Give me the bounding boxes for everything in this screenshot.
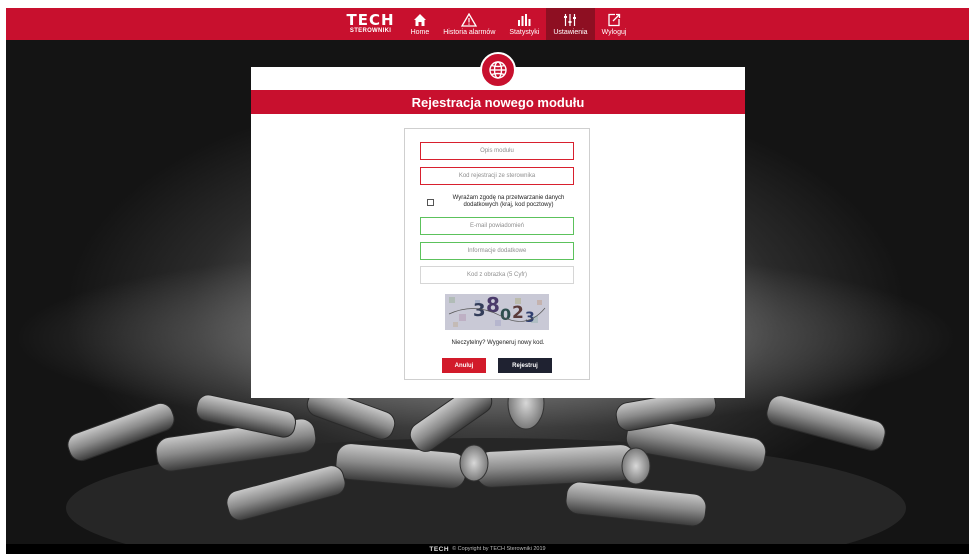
logo-subtitle: STEROWNIKI [349, 28, 392, 34]
footer-logo: TECH [429, 545, 450, 553]
consent-checkbox[interactable] [427, 199, 434, 206]
logout-icon [605, 12, 623, 28]
captcha-code-input[interactable]: Kod z obrazka (5 Cyfr) [420, 266, 574, 284]
field-placeholder: E-mail powiadomień [469, 223, 525, 229]
captcha-text: 3 [473, 300, 486, 321]
captcha-image: 3 8 0 2 3 [445, 294, 549, 330]
nav-item-home[interactable]: Home [404, 8, 437, 40]
top-navigation-bar: TECH STEROWNIKI Home Historia alarmów St… [6, 8, 969, 40]
logo-brand: TECH [346, 11, 395, 29]
app-window: TECH STEROWNIKI Home Historia alarmów St… [6, 8, 969, 554]
additional-info-input[interactable]: Informacje dodatkowe [420, 242, 574, 260]
notification-email-input[interactable]: E-mail powiadomień [420, 217, 574, 235]
svg-text:2: 2 [512, 303, 524, 323]
modal-title: Rejestracja nowego modułu [251, 90, 745, 114]
field-placeholder: Opis modułu [480, 148, 514, 154]
bar-chart-icon [515, 12, 533, 28]
registration-panel: Rejestracja nowego modułu Opis modułu Ko… [251, 52, 745, 398]
warning-icon [460, 12, 478, 28]
cancel-button[interactable]: Anuluj [442, 358, 486, 373]
field-placeholder: Kod rejestracji ze sterownika [458, 173, 536, 179]
nav-item-label: Home [410, 29, 430, 36]
consent-label: Wyrażam zgodę na przetwarzanie danych do… [452, 195, 565, 208]
consent-row: Wyrażam zgodę na przetwarzanie danych do… [427, 195, 577, 209]
nav-item-alarm-history[interactable]: Historia alarmów [436, 8, 502, 40]
regenerate-captcha-link[interactable]: Nieczytelny? Wygeneruj nowy kod. [405, 340, 591, 346]
nav-item-label: Historia alarmów [443, 29, 496, 36]
svg-text:0: 0 [500, 305, 511, 324]
registration-code-input[interactable]: Kod rejestracji ze sterownika [420, 167, 574, 185]
home-icon [411, 12, 429, 28]
footer-copyright: © Copyright by TECH Sterowniki 2019 [452, 546, 546, 552]
field-placeholder: Informacje dodatkowe [467, 248, 527, 254]
sliders-icon [561, 12, 579, 28]
svg-text:8: 8 [486, 294, 500, 317]
module-description-input[interactable]: Opis modułu [420, 142, 574, 160]
nav-item-settings[interactable]: Ustawienia [546, 8, 595, 40]
nav-item-label: Statystyki [509, 29, 540, 36]
registration-form: Opis modułu Kod rejestracji ze sterownik… [404, 128, 590, 380]
nav-item-statistics[interactable]: Statystyki [502, 8, 546, 40]
register-button[interactable]: Rejestruj [498, 358, 552, 373]
field-placeholder: Kod z obrazka (5 Cyfr) [466, 272, 528, 278]
nav-item-label: Wyloguj [601, 29, 627, 36]
nav-item-logout[interactable]: Wyloguj [595, 8, 634, 40]
footer: TECH © Copyright by TECH Sterowniki 2019 [6, 544, 969, 554]
nav-item-label: Ustawienia [553, 29, 588, 36]
globe-icon [480, 52, 516, 88]
tech-logo[interactable]: TECH STEROWNIKI [342, 8, 400, 40]
